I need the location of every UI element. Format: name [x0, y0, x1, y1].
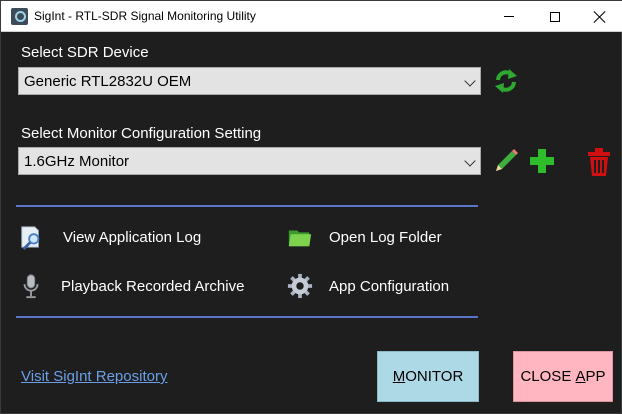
app-configuration-label: App Configuration — [329, 278, 450, 295]
close-button-rest: PP — [585, 368, 606, 385]
view-log-action[interactable]: View Application Log — [18, 223, 218, 251]
close-window-button[interactable] — [577, 1, 622, 32]
repository-link[interactable]: Visit SigInt Repository — [21, 368, 167, 385]
folder-icon — [288, 230, 312, 247]
config-select-value: 1.6GHz Monitor — [24, 153, 130, 170]
search-document-icon — [21, 226, 40, 250]
refresh-devices-button[interactable] — [492, 67, 520, 95]
plus-icon — [530, 149, 554, 173]
close-icon — [594, 11, 606, 23]
delete-config-button[interactable] — [585, 147, 613, 177]
app-icon — [11, 8, 28, 25]
edit-config-button[interactable] — [492, 147, 520, 175]
open-log-folder-action[interactable]: Open Log Folder — [287, 223, 467, 251]
playback-label: Playback Recorded Archive — [61, 278, 245, 295]
close-button-prefix: CLOSE — [520, 368, 576, 385]
close-app-button[interactable]: CLOSE A PP — [513, 351, 613, 402]
microphone-icon — [23, 274, 39, 299]
minimize-button[interactable] — [486, 1, 532, 32]
device-select-value: Generic RTL2832U OEM — [24, 73, 192, 90]
gear-icon — [287, 273, 313, 299]
minimize-icon — [504, 16, 514, 17]
config-label: Select Monitor Configuration Setting — [21, 125, 262, 142]
chevron-down-icon — [464, 155, 476, 167]
device-label: Select SDR Device — [21, 44, 149, 61]
close-button-accesskey: A — [575, 368, 586, 385]
maximize-icon — [550, 11, 560, 22]
config-select[interactable]: 1.6GHz Monitor — [18, 147, 481, 175]
maximize-button[interactable] — [532, 1, 578, 32]
title-bar: SigInt - RTL-SDR Signal Monitoring Utili… — [1, 1, 622, 32]
monitor-button-accesskey: M — [392, 368, 406, 385]
top-divider — [16, 205, 478, 207]
main-window: SigInt - RTL-SDR Signal Monitoring Utili… — [0, 0, 622, 414]
view-log-label: View Application Log — [63, 229, 202, 246]
playback-action[interactable]: Playback Recorded Archive — [18, 272, 258, 300]
refresh-icon — [495, 69, 517, 93]
device-select[interactable]: Generic RTL2832U OEM — [18, 67, 481, 95]
monitor-button-rest: ONITOR — [405, 368, 464, 385]
trash-icon — [588, 148, 610, 176]
app-configuration-action[interactable]: App Configuration — [287, 272, 467, 300]
pencil-icon — [496, 149, 518, 171]
add-config-button[interactable] — [528, 147, 556, 175]
chevron-down-icon — [464, 75, 476, 87]
bottom-divider — [16, 316, 478, 318]
open-log-folder-label: Open Log Folder — [329, 229, 442, 246]
monitor-button[interactable]: M ONITOR — [377, 351, 479, 402]
window-title: SigInt - RTL-SDR Signal Monitoring Utili… — [34, 9, 256, 23]
